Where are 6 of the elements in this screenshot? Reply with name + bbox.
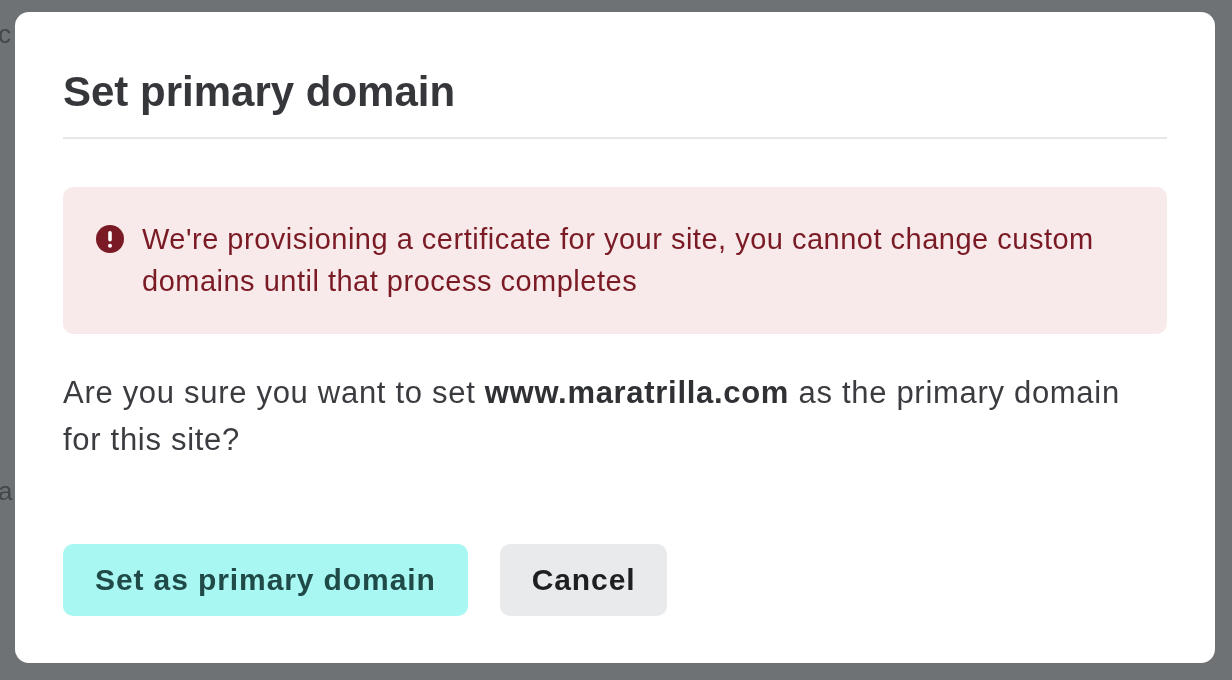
dialog-title: Set primary domain bbox=[63, 67, 457, 117]
alert-message: We're provisioning a certificate for your site, you cannot change custom domains until that process completes bbox=[142, 222, 1095, 299]
confirmation-message: Are you sure you want to set www.maratrilla.com as the primary domain for this site? bbox=[63, 374, 1121, 459]
confirm-button[interactable]: Set as primary domain bbox=[63, 544, 468, 616]
cancel-button[interactable]: Cancel bbox=[499, 544, 668, 616]
exclamation-circle-icon bbox=[96, 225, 124, 253]
